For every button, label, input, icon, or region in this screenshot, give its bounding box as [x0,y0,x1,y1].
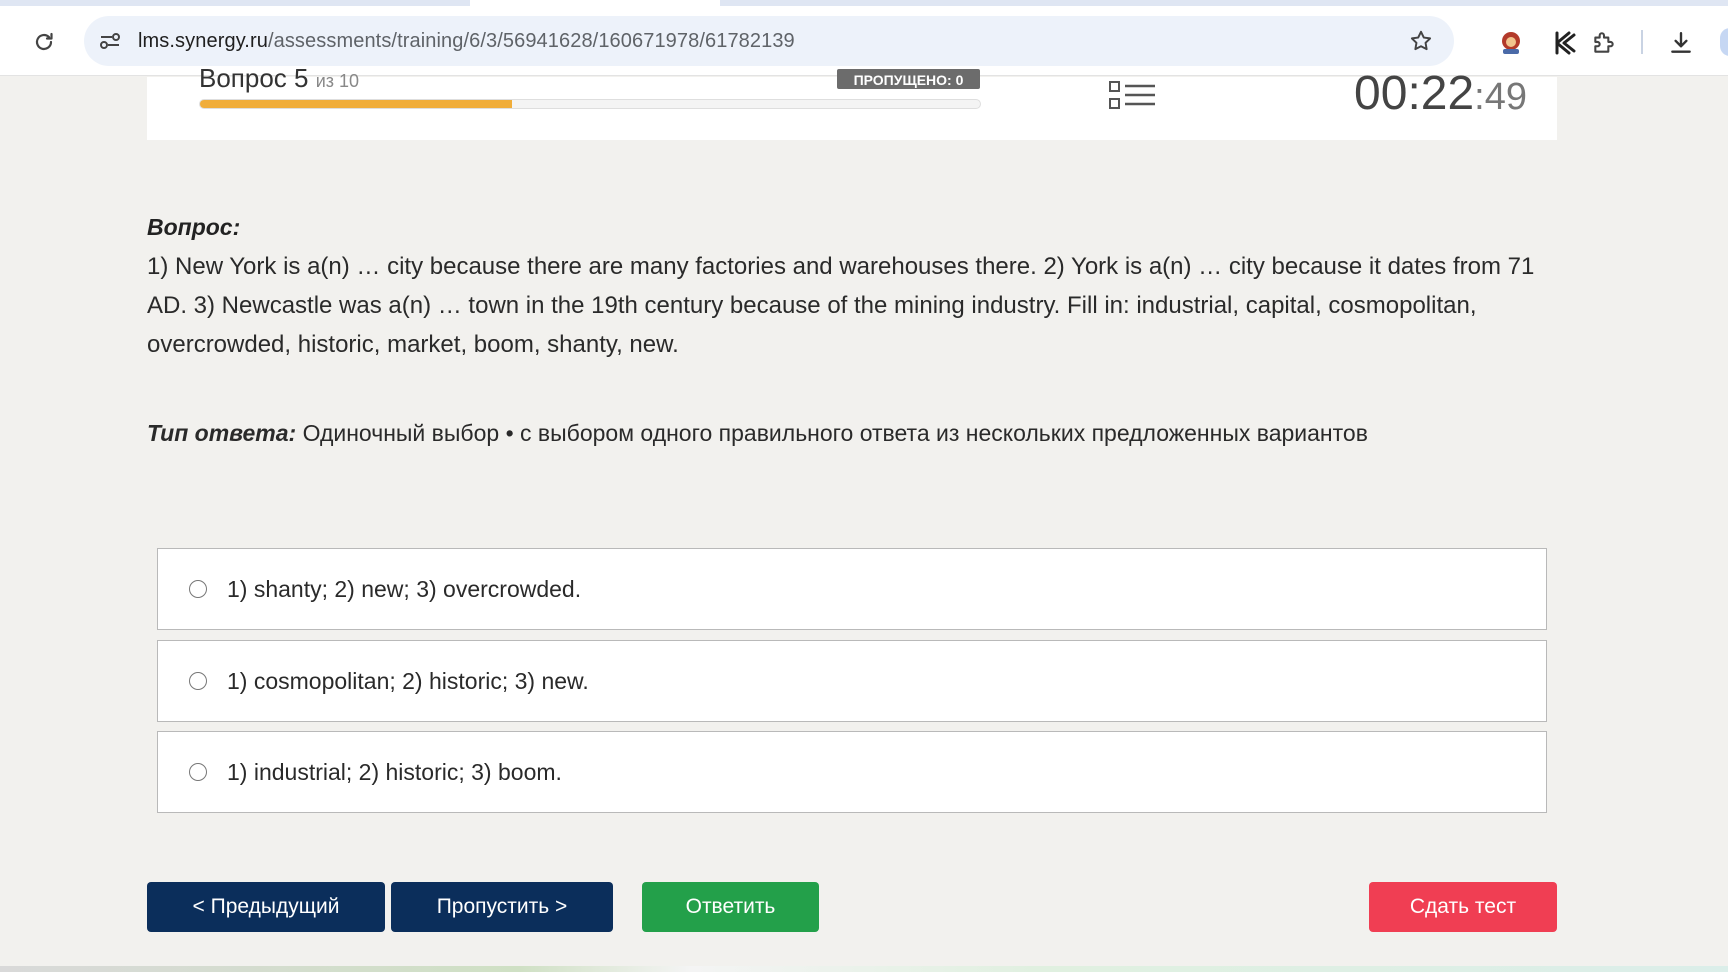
radio-button[interactable] [189,763,207,781]
answer-option-2[interactable]: 1) cosmopolitan; 2) historic; 3) new. [157,640,1547,722]
timer-main: 00:22 [1354,67,1475,120]
radio-button[interactable] [189,672,207,690]
address-bar[interactable]: lms.synergy.ru/assessments/training/6/3/… [84,16,1454,66]
finish-test-button[interactable]: Сдать тест [1369,882,1557,932]
answer-type-value: Одиночный выбор • с выбором одного прави… [302,420,1368,446]
answer-type: Тип ответа: Одиночный выбор • с выбором … [147,420,1368,447]
extensions-puzzle-icon[interactable] [1589,28,1619,58]
profile-avatar[interactable] [1720,28,1728,56]
test-header: Вопрос 5 из 10 ПРОПУЩЕНО: 0 00:22:49 [147,63,1557,140]
skip-button[interactable]: Пропустить > [391,882,613,932]
timer: 00:22:49 [1354,66,1527,121]
url-text[interactable]: lms.synergy.ru/assessments/training/6/3/… [138,30,795,53]
previous-button[interactable]: < Предыдущий [147,882,385,932]
bookmark-star-icon[interactable] [1408,28,1434,54]
question-number: Вопрос 5 [199,63,309,93]
radio-button[interactable] [189,580,207,598]
url-path: /assessments/training/6/3/56941628/16067… [267,30,795,52]
question-label: Вопрос: [147,214,241,240]
question-list-icon[interactable] [1109,80,1157,110]
progress-fill [200,100,512,108]
answer-type-label: Тип ответа: [147,420,297,446]
reload-icon[interactable] [30,28,58,56]
toolbar-separator [1641,30,1643,54]
answer-button[interactable]: Ответить [642,882,819,932]
progress-bar [199,99,981,109]
question-text: 1) New York is a(n) … city because there… [147,253,1535,358]
answer-option-3[interactable]: 1) industrial; 2) historic; 3) boom. [157,731,1547,813]
url-host: lms.synergy.ru [138,30,268,52]
question-total: из 10 [315,71,360,91]
answer-option-text: 1) shanty; 2) new; 3) overcrowded. [227,575,582,602]
answer-option-1[interactable]: 1) shanty; 2) new; 3) overcrowded. [157,548,1547,630]
extension-avatar-icon[interactable] [1496,28,1526,58]
timer-seconds: :49 [1474,76,1527,118]
question-counter: Вопрос 5 из 10 [199,63,359,94]
extension-k-icon[interactable] [1551,28,1581,58]
skipped-badge: ПРОПУЩЕНО: 0 [837,69,980,89]
site-info-icon[interactable] [98,29,122,53]
download-icon[interactable] [1666,28,1696,58]
answer-option-text: 1) industrial; 2) historic; 3) boom. [227,758,562,785]
bottom-background-strip [0,966,1728,972]
answer-option-text: 1) cosmopolitan; 2) historic; 3) new. [227,667,589,694]
